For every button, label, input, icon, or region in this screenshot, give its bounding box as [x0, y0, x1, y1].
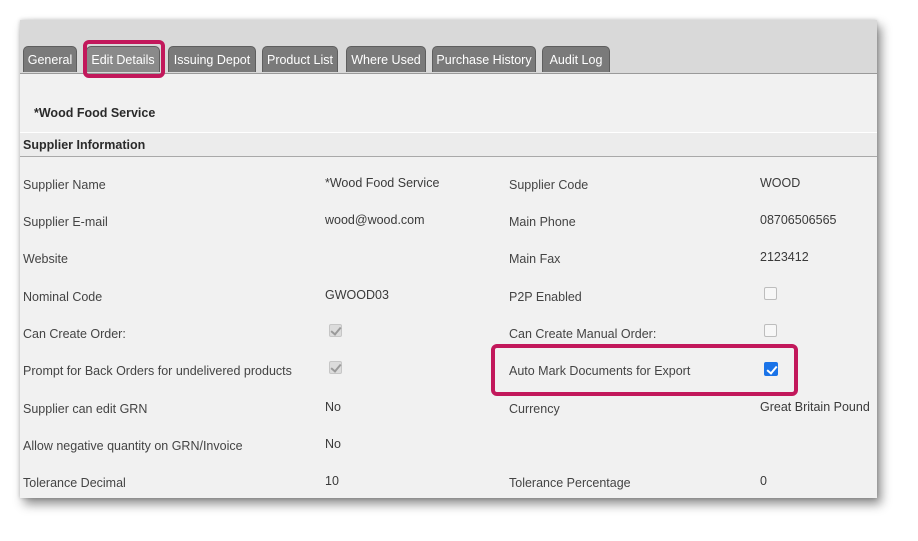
supplier-email-label: Supplier E-mail: [23, 215, 108, 229]
supplier-name-value[interactable]: *Wood Food Service: [325, 176, 439, 190]
allow-negative-qty-label: Allow negative quantity on GRN/Invoice: [23, 439, 243, 453]
tolerance-decimal-label: Tolerance Decimal: [23, 476, 126, 490]
tolerance-decimal-value[interactable]: 10: [325, 474, 339, 488]
section-header: Supplier Information: [20, 132, 877, 157]
tolerance-percentage-label: Tolerance Percentage: [509, 476, 631, 490]
tab-audit-log[interactable]: Audit Log: [542, 46, 610, 72]
can-create-manual-order-label: Can Create Manual Order:: [509, 327, 657, 341]
auto-mark-export-label: Auto Mark Documents for Export: [509, 364, 691, 378]
tab-product-list[interactable]: Product List: [262, 46, 338, 72]
tab-purchase-history[interactable]: Purchase History: [432, 46, 536, 72]
supplier-edit-grn-value[interactable]: No: [325, 400, 341, 414]
p2p-enabled-label: P2P Enabled: [509, 290, 582, 304]
tab-bar: General Edit Details Issuing Depot Produ…: [20, 20, 877, 74]
tab-general[interactable]: General: [23, 46, 77, 72]
currency-value[interactable]: Great Britain Pound: [760, 400, 870, 414]
can-create-order-label: Can Create Order:: [23, 327, 126, 341]
supplier-code-value[interactable]: WOOD: [760, 176, 800, 190]
section-title: Supplier Information: [23, 138, 146, 152]
nominal-code-label: Nominal Code: [23, 290, 103, 304]
p2p-enabled-checkbox[interactable]: [764, 287, 777, 300]
main-phone-value[interactable]: 08706506565: [760, 213, 836, 227]
supplier-edit-grn-label: Supplier can edit GRN: [23, 402, 148, 416]
company-title: *Wood Food Service: [34, 106, 156, 120]
prompt-back-orders-label: Prompt for Back Orders for undelivered p…: [23, 364, 292, 378]
website-label: Website: [23, 252, 68, 266]
tab-issuing-depot[interactable]: Issuing Depot: [168, 46, 256, 72]
allow-negative-qty-value[interactable]: No: [325, 437, 341, 451]
main-phone-label: Main Phone: [509, 215, 576, 229]
auto-mark-export-checkbox[interactable]: [764, 362, 778, 376]
currency-label: Currency: [509, 402, 560, 416]
tab-where-used[interactable]: Where Used: [346, 46, 426, 72]
supplier-email-value[interactable]: wood@wood.com: [325, 213, 425, 227]
can-create-order-checkbox[interactable]: [329, 324, 342, 337]
supplier-panel: General Edit Details Issuing Depot Produ…: [20, 20, 877, 498]
supplier-name-label: Supplier Name: [23, 178, 106, 192]
nominal-code-value[interactable]: GWOOD03: [325, 288, 389, 302]
main-fax-label: Main Fax: [509, 252, 561, 266]
can-create-manual-order-checkbox[interactable]: [764, 324, 777, 337]
supplier-code-label: Supplier Code: [509, 178, 589, 192]
prompt-back-orders-checkbox[interactable]: [329, 361, 342, 374]
main-fax-value[interactable]: 2123412: [760, 250, 809, 264]
tolerance-percentage-value[interactable]: 0: [760, 474, 767, 488]
tab-edit-details[interactable]: Edit Details: [86, 46, 160, 72]
